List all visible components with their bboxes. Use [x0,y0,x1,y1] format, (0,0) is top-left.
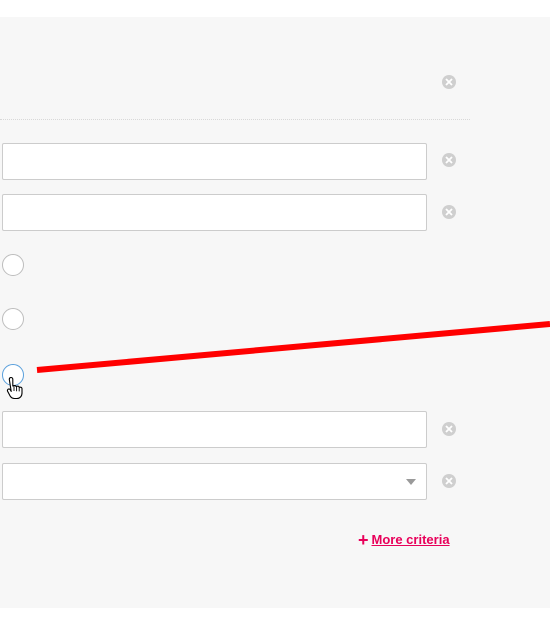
remove-group-icon[interactable] [442,75,456,89]
plus-icon: + [358,529,369,550]
criteria-field-2[interactable] [2,194,427,231]
remove-criteria-2-icon[interactable] [442,205,456,219]
radio-option-1[interactable] [2,254,24,276]
radio-option-2[interactable] [2,308,24,330]
remove-criteria-3-icon[interactable] [442,422,456,436]
more-criteria-link[interactable]: + More criteria [358,529,450,550]
remove-criteria-4-icon[interactable] [442,474,456,488]
chevron-down-icon[interactable] [406,479,416,485]
divider [0,119,470,120]
criteria-field-3[interactable] [2,411,427,448]
criteria-field-1[interactable] [2,143,427,180]
criteria-select[interactable] [2,463,427,500]
hand-pointer-cursor-icon [6,376,23,400]
remove-criteria-1-icon[interactable] [442,153,456,167]
more-criteria-label: More criteria [371,532,450,547]
search-criteria-panel [0,17,550,608]
